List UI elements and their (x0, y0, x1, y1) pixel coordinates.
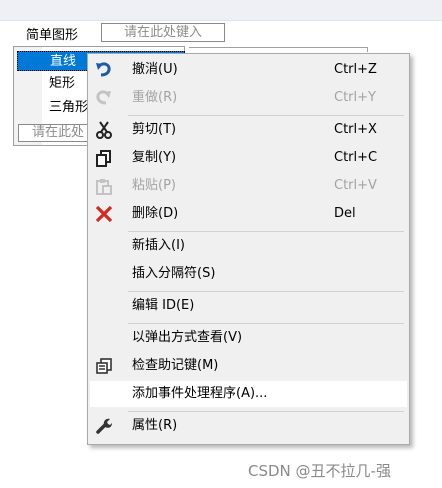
copy-icon (94, 148, 114, 168)
watermark: CSDN @丑不拉几-强 (248, 462, 391, 480)
ctx-item-undo[interactable]: 撤消(U) Ctrl+Z (90, 57, 407, 83)
ctx-item-label: 属性(R) (132, 418, 178, 433)
menu-item-simple-shapes[interactable]: 简单图形 (23, 23, 81, 44)
cut-icon (94, 120, 114, 140)
delete-icon (94, 204, 114, 224)
ctx-item-label: 以弹出方式查看(V) (132, 330, 243, 345)
ctx-item-shortcut: Ctrl+Y (334, 90, 376, 105)
ctx-item-shortcut: Ctrl+V (334, 178, 377, 193)
ctx-item-copy[interactable]: 复制(Y) Ctrl+C (90, 145, 407, 171)
ctx-item-check-mnemonics[interactable]: 检查助记键(M) (90, 353, 407, 379)
ctx-item-view-as-popup[interactable]: 以弹出方式查看(V) (90, 325, 407, 351)
ctx-item-shortcut: Ctrl+C (334, 150, 378, 165)
ctx-separator (128, 323, 404, 324)
ctx-item-label: 复制(Y) (132, 150, 177, 165)
ctx-separator (128, 291, 404, 292)
ctx-separator (128, 411, 404, 412)
ctx-separator (128, 115, 404, 116)
ctx-item-insert-new[interactable]: 新插入(I) (90, 233, 407, 259)
ctx-item-label: 插入分隔符(S) (132, 266, 216, 281)
menu-strip: 简单图形 请在此处键入 (0, 20, 442, 46)
ctx-item-shortcut: Ctrl+Z (334, 62, 377, 77)
dropdown-type-here-box[interactable]: 请在此处 (18, 124, 98, 142)
dropdown-right-edge (189, 47, 368, 52)
ctx-item-label: 剪切(T) (132, 122, 177, 137)
undo-icon (94, 60, 114, 80)
menu-type-here-box[interactable]: 请在此处键入 (101, 23, 225, 42)
ctx-item-label: 新插入(I) (132, 238, 185, 253)
ctx-item-label: 撤消(U) (132, 62, 178, 77)
window-top-strip (0, 0, 442, 21)
ctx-item-properties[interactable]: 属性(R) (90, 413, 407, 439)
mnemonic-icon (94, 356, 114, 376)
ctx-item-redo[interactable]: 重做(R) Ctrl+Y (90, 85, 407, 111)
ctx-item-insert-separator[interactable]: 插入分隔符(S) (90, 261, 407, 287)
ctx-item-label: 添加事件处理程序(A)... (132, 386, 268, 401)
ctx-item-edit-id[interactable]: 编辑 ID(E) (90, 293, 407, 319)
ctx-item-label: 检查助记键(M) (132, 358, 219, 373)
ctx-item-shortcut: Ctrl+X (334, 122, 377, 137)
ctx-item-paste[interactable]: 粘贴(P) Ctrl+V (90, 173, 407, 199)
ctx-item-add-event-handler[interactable]: 添加事件处理程序(A)... (90, 381, 407, 407)
ctx-item-label: 删除(D) (132, 206, 179, 221)
ctx-item-cut[interactable]: 剪切(T) Ctrl+X (90, 117, 407, 143)
ctx-separator (128, 231, 404, 232)
context-menu: 撤消(U) Ctrl+Z 重做(R) Ctrl+Y 剪切(T) Ctrl+X 复… (87, 53, 410, 445)
ctx-item-label: 重做(R) (132, 90, 178, 105)
wrench-icon (94, 416, 114, 436)
redo-icon (94, 88, 114, 108)
ctx-item-label: 粘贴(P) (132, 178, 176, 193)
ctx-item-shortcut: Del (334, 206, 356, 221)
ctx-item-label: 编辑 ID(E) (132, 298, 195, 313)
paste-icon (94, 176, 114, 196)
ctx-item-delete[interactable]: 删除(D) Del (90, 201, 407, 227)
